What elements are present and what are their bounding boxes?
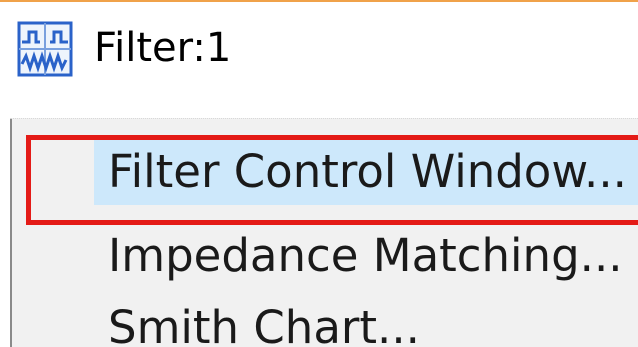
menu-item-smith-chart[interactable]: Smith Chart... [94, 295, 638, 347]
menu-item-label: Impedance Matching... [108, 229, 623, 282]
context-menu: Filter Control Window... Impedance Match… [10, 118, 638, 347]
menu-item-label: Filter Control Window... [108, 145, 627, 198]
menu-item-filter-control-window[interactable]: Filter Control Window... [94, 139, 638, 205]
window-title-bar: Filter:1 [0, 2, 638, 100]
screenshot-stage: Filter:1 Filter Control Window... Impeda… [0, 0, 638, 347]
filter-waveform-icon [17, 21, 73, 77]
menu-item-label: Smith Chart... [108, 301, 420, 347]
window-title: Filter:1 [94, 25, 232, 71]
menu-border [10, 119, 12, 347]
menu-item-impedance-matching[interactable]: Impedance Matching... [94, 223, 638, 289]
